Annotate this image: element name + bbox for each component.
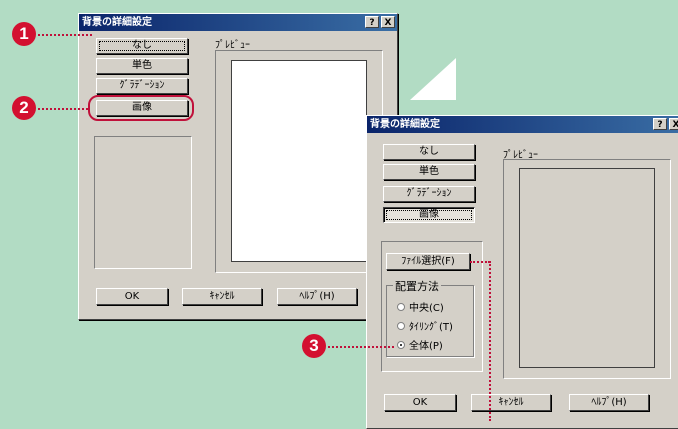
radio-full[interactable]: 全体(P) <box>397 337 443 352</box>
dialog-background-settings-2: 背景の詳細設定 ? X なし 単色 ｸﾞﾗﾃﾞｰｼｮﾝ 画像 ﾌｧｲﾙ選択(F)… <box>366 115 678 429</box>
close-icon[interactable]: X <box>381 16 395 28</box>
callout-1: 1 <box>12 22 36 46</box>
dialog-background-settings-1: 背景の詳細設定 ? X なし 単色 ｸﾞﾗﾃﾞｰｼｮﾝ 画像 ﾌﾟﾚﾋﾞｭｰ O… <box>78 13 398 320</box>
callout-2-leader <box>38 108 88 110</box>
options-panel <box>94 136 192 269</box>
arrow-triangle-icon <box>410 58 456 100</box>
radio-circle-icon <box>397 302 405 311</box>
callout-1-leader <box>38 34 92 36</box>
help-button[interactable]: ﾍﾙﾌﾟ(H) <box>277 288 357 305</box>
callout-3: 3 <box>302 334 326 358</box>
radio-selected-icon <box>397 340 405 349</box>
dialog1-titlebar: 背景の詳細設定 ? X <box>79 14 397 31</box>
placement-label: 配置方法 <box>393 278 441 294</box>
mode-image-button[interactable]: 画像 <box>383 207 475 223</box>
cancel-button[interactable]: ｷｬﾝｾﾙ <box>471 394 551 411</box>
dialog2-title: 背景の詳細設定 <box>370 119 440 130</box>
radio-full-label: 全体(P) <box>409 341 443 352</box>
callout-2: 2 <box>12 96 36 120</box>
mode-solid-button[interactable]: 単色 <box>383 164 475 180</box>
file-select-leader-v <box>489 261 491 421</box>
mode-none-button[interactable]: なし <box>383 144 475 160</box>
file-select-button[interactable]: ﾌｧｲﾙ選択(F) <box>386 253 470 270</box>
help-icon[interactable]: ? <box>365 16 379 28</box>
radio-center[interactable]: 中央(C) <box>397 299 444 314</box>
file-select-leader-h <box>470 261 490 263</box>
radio-tiling[interactable]: ﾀｲﾘﾝｸﾞ(T) <box>397 318 453 333</box>
preview-area <box>231 60 367 262</box>
ok-button[interactable]: OK <box>96 288 168 305</box>
help-icon[interactable]: ? <box>653 118 667 130</box>
mode-gradient-button[interactable]: ｸﾞﾗﾃﾞｰｼｮﾝ <box>383 186 475 202</box>
preview-area <box>519 168 655 368</box>
ok-button[interactable]: OK <box>384 394 456 411</box>
preview-label: ﾌﾟﾚﾋﾞｭｰ <box>215 40 250 51</box>
radio-circle-icon <box>397 321 405 330</box>
radio-tiling-label: ﾀｲﾘﾝｸﾞ(T) <box>409 322 453 333</box>
help-button[interactable]: ﾍﾙﾌﾟ(H) <box>569 394 649 411</box>
mode-solid-button[interactable]: 単色 <box>96 58 188 74</box>
mode-none-button[interactable]: なし <box>96 38 188 54</box>
callout-3-leader <box>328 346 394 348</box>
mode-gradient-button[interactable]: ｸﾞﾗﾃﾞｰｼｮﾝ <box>96 78 188 94</box>
cancel-button[interactable]: ｷｬﾝｾﾙ <box>182 288 262 305</box>
dialog1-title: 背景の詳細設定 <box>82 17 152 28</box>
dialog2-titlebar: 背景の詳細設定 ? X <box>367 116 678 133</box>
highlight-ring <box>88 95 194 121</box>
radio-center-label: 中央(C) <box>409 303 444 314</box>
close-icon[interactable]: X <box>669 118 678 130</box>
